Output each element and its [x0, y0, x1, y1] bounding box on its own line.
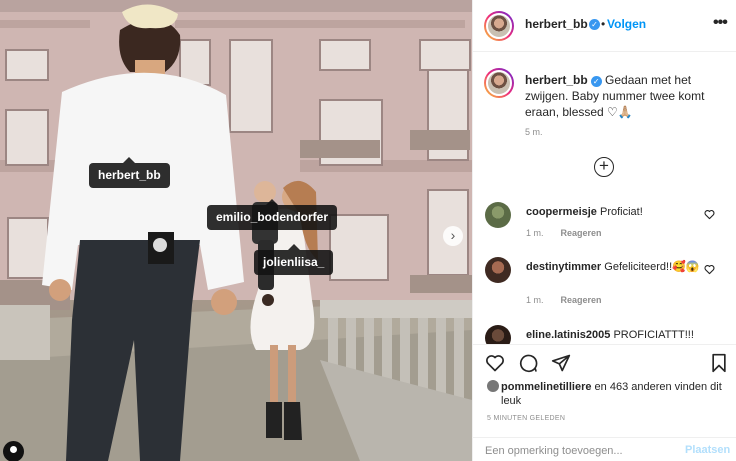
caption-text: herbert_bb ✓ Gedaan met het zwijgen. Baby… [525, 72, 725, 120]
comment-text: destinytimmer Gefeliciteerd!!🥰😱 [526, 260, 706, 275]
comment-age: 1 m. [526, 295, 544, 305]
tagged-users-icon[interactable] [3, 441, 24, 461]
comment-username[interactable]: coopermeisje [526, 206, 597, 218]
verified-icon: ✓ [589, 19, 600, 30]
next-photo-button[interactable]: › [443, 226, 463, 246]
comment-username[interactable]: eline.latinis2005 [526, 329, 610, 341]
caption-avatar[interactable] [484, 68, 514, 98]
post-timestamp: 5 MINUTEN GELEDEN [487, 415, 566, 422]
liker-username[interactable]: pommelinetilliere [501, 381, 591, 393]
heart-icon[interactable] [485, 353, 505, 373]
comment-text: coopermeisje Proficiat! [526, 205, 706, 220]
more-icon[interactable]: ••• [713, 14, 728, 32]
author-avatar[interactable] [484, 11, 514, 41]
post-side-panel: herbert_bb ✓ • Volgen ••• herbert_bb ✓ Ge… [472, 0, 736, 461]
comment-input[interactable] [485, 442, 675, 460]
photo-scene [0, 0, 472, 461]
caption-time: 5 m. [525, 127, 543, 137]
verified-icon: ✓ [590, 76, 602, 87]
author-username[interactable]: herbert_bb [525, 17, 588, 31]
heart-icon[interactable] [704, 209, 715, 220]
follow-button[interactable]: Volgen [607, 17, 646, 31]
post-photo[interactable]: herbert_bb emilio_bodendorfer jolienliis… [0, 0, 472, 461]
comment-avatar[interactable] [485, 202, 511, 228]
comment-text: eline.latinis2005 PROFICIATTT!!! [526, 328, 706, 343]
comment-meta: 1 m. Reageren [526, 295, 602, 305]
caption-username[interactable]: herbert_bb [525, 73, 588, 87]
share-icon[interactable] [551, 353, 571, 373]
photo-tag-herbert[interactable]: herbert_bb [89, 157, 170, 188]
plus-circle-icon[interactable]: + [594, 157, 614, 177]
comment-avatar[interactable] [485, 257, 511, 283]
photo-tag-emilio[interactable]: emilio_bodendorfer [207, 199, 338, 230]
post-comment-button[interactable]: Plaatsen [685, 444, 730, 456]
header-separator: • [601, 17, 606, 31]
reply-button[interactable]: Reageren [561, 228, 602, 238]
bookmark-icon[interactable] [709, 353, 729, 373]
carousel-dots [222, 456, 238, 461]
comment-body: Gefeliciteerd!!🥰😱 [604, 261, 700, 273]
liker-avatar[interactable] [487, 380, 499, 392]
comment-body: PROFICIATTT!!! [613, 329, 694, 341]
chevron-right-icon: › [450, 227, 456, 243]
comment-body: Proficiat! [599, 206, 643, 218]
add-comment-bar: Plaatsen [473, 437, 736, 461]
comment-username[interactable]: destinytimmer [526, 261, 601, 273]
comment-icon[interactable] [518, 353, 538, 373]
photo-tag-jolien[interactable]: jolienliisa_ [254, 244, 334, 275]
post-actions: pommelinetilliere en 463 anderen vinden … [473, 344, 736, 461]
post-header: herbert_bb ✓ • Volgen ••• [473, 0, 736, 52]
comment-meta: 1 m. Reageren [526, 228, 602, 238]
comment-age: 1 m. [526, 228, 544, 238]
heart-icon[interactable] [704, 264, 715, 275]
reply-button[interactable]: Reageren [561, 295, 602, 305]
